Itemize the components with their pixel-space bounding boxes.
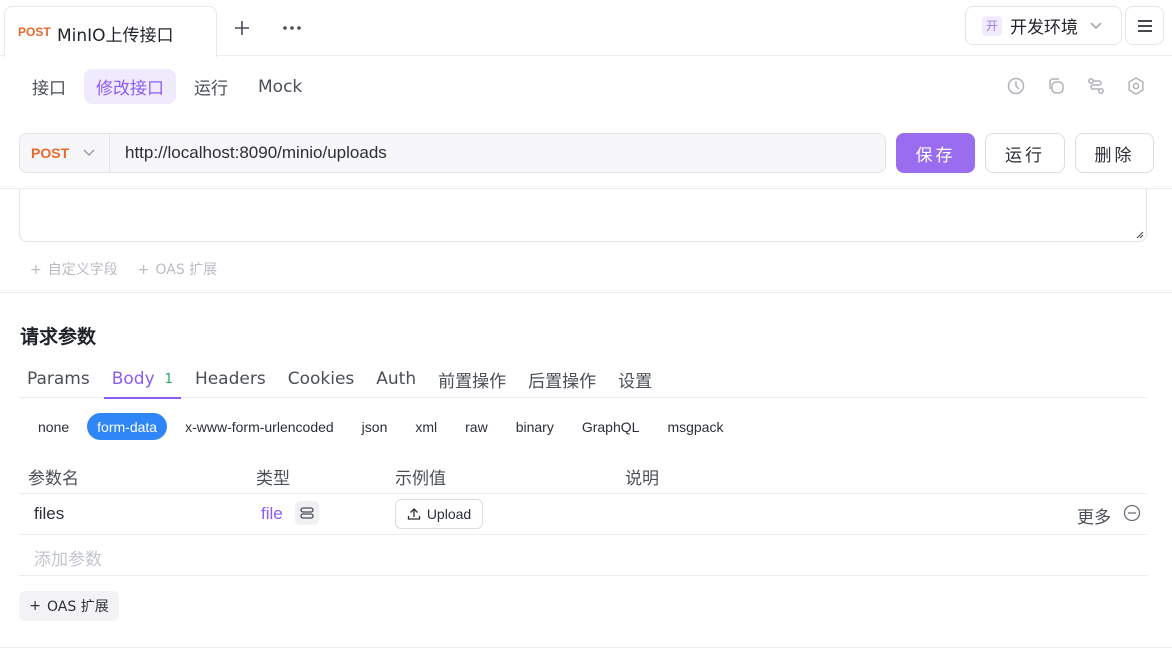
environment-label: 开发环境 (1010, 18, 1078, 38)
copy-icon[interactable] (1040, 74, 1072, 98)
tab-headers[interactable]: Headers (187, 360, 274, 398)
resize-handle-icon[interactable] (1134, 229, 1144, 239)
body-type-xml[interactable]: xml (405, 413, 447, 440)
divider (0, 647, 1172, 648)
tab-pre-operations[interactable]: 前置操作 (430, 360, 514, 398)
url-input[interactable]: http://localhost:8090/minio/uploads (125, 143, 387, 163)
sub-tabs: 接口 修改接口 运行 Mock (20, 69, 314, 104)
document-tab[interactable]: POST MinIO上传接口 (4, 6, 217, 57)
body-type-raw[interactable]: raw (455, 413, 498, 440)
column-header-name: 参数名 (28, 469, 79, 489)
column-header-description: 说明 (625, 469, 659, 489)
upload-icon (407, 508, 420, 520)
top-tab-bar: POST MinIO上传接口 开 开发环境 (0, 0, 1172, 57)
add-tab-icon[interactable] (228, 14, 256, 42)
add-param-input[interactable]: 添加参数 (34, 545, 102, 570)
hamburger-menu-icon[interactable] (1125, 6, 1164, 45)
add-oas-extension-link[interactable]: + OAS 扩展 (138, 259, 217, 279)
history-icon[interactable] (1000, 74, 1032, 98)
upload-label: Upload (426, 506, 472, 522)
add-custom-field-link[interactable]: + 自定义字段 (30, 259, 118, 279)
section-title: 请求参数 (20, 326, 97, 348)
body-type-msgpack[interactable]: msgpack (657, 413, 733, 440)
request-url-bar: POST http://localhost:8090/minio/uploads (19, 133, 886, 173)
tab-settings[interactable]: 设置 (610, 360, 660, 398)
body-type-urlencoded[interactable]: x-www-form-urlencoded (175, 413, 344, 440)
body-type-selector: none form-data x-www-form-urlencoded jso… (28, 413, 733, 440)
body-type-graphql[interactable]: GraphQL (572, 413, 650, 440)
divider (0, 292, 1172, 293)
body-type-form-data[interactable]: form-data (87, 413, 168, 440)
subtab-edit-api[interactable]: 修改接口 (84, 69, 176, 104)
subtab-run[interactable]: 运行 (182, 69, 240, 104)
tab-cookies[interactable]: Cookies (280, 360, 363, 398)
body-type-none[interactable]: none (28, 413, 79, 440)
remove-row-icon[interactable] (1123, 504, 1141, 522)
settings-icon[interactable] (1120, 74, 1152, 98)
extra-links: + 自定义字段 + OAS 扩展 (30, 259, 217, 279)
tab-auth[interactable]: Auth (368, 360, 424, 398)
run-button[interactable]: 运行 (985, 133, 1065, 173)
environment-badge: 开 (982, 15, 1002, 36)
method-value: POST (31, 145, 70, 161)
chevron-down-icon (1090, 18, 1102, 34)
description-textarea[interactable] (19, 189, 1147, 242)
plus-icon: + (137, 262, 150, 278)
body-type-binary[interactable]: binary (506, 413, 564, 440)
tab-body-label: Body (111, 369, 155, 389)
link-toggle-icon[interactable] (295, 501, 319, 525)
right-toolbar (1000, 74, 1152, 98)
more-tabs-icon[interactable] (278, 14, 306, 42)
method-select[interactable]: POST (20, 134, 110, 172)
param-tabs: Params Body 1 Headers Cookies Auth 前置操作 … (19, 360, 1147, 399)
tab-params[interactable]: Params (19, 360, 98, 398)
tab-body-count: 1 (164, 371, 173, 387)
column-header-type: 类型 (256, 469, 290, 489)
table-divider (19, 575, 1147, 576)
table-divider (19, 493, 1147, 494)
more-button[interactable]: 更多 (1077, 503, 1111, 528)
column-header-example: 示例值 (395, 469, 446, 489)
param-type-cell[interactable]: file (261, 504, 283, 524)
environment-select[interactable]: 开 开发环境 (965, 6, 1122, 45)
oas-extension-button[interactable]: + OAS 扩展 (19, 591, 119, 621)
body-type-json[interactable]: json (352, 413, 398, 440)
chevron-down-icon (83, 145, 95, 161)
upload-button[interactable]: Upload (395, 499, 483, 529)
plus-icon: + (30, 262, 42, 278)
plus-icon: + (29, 598, 42, 614)
oas-extension-label: OAS 扩展 (47, 599, 109, 615)
subtab-mock[interactable]: Mock (246, 69, 314, 104)
table-divider (19, 534, 1147, 535)
tab-body[interactable]: Body 1 (103, 360, 182, 399)
tab-method-label: POST (18, 25, 51, 39)
tab-post-operations[interactable]: 后置操作 (520, 360, 604, 398)
delete-button[interactable]: 删除 (1075, 133, 1154, 173)
param-name-cell[interactable]: files (34, 504, 64, 524)
subtab-api[interactable]: 接口 (20, 69, 78, 104)
save-button[interactable]: 保存 (896, 133, 975, 173)
flow-icon[interactable] (1080, 74, 1112, 98)
tab-title: MinIO上传接口 (57, 26, 174, 46)
